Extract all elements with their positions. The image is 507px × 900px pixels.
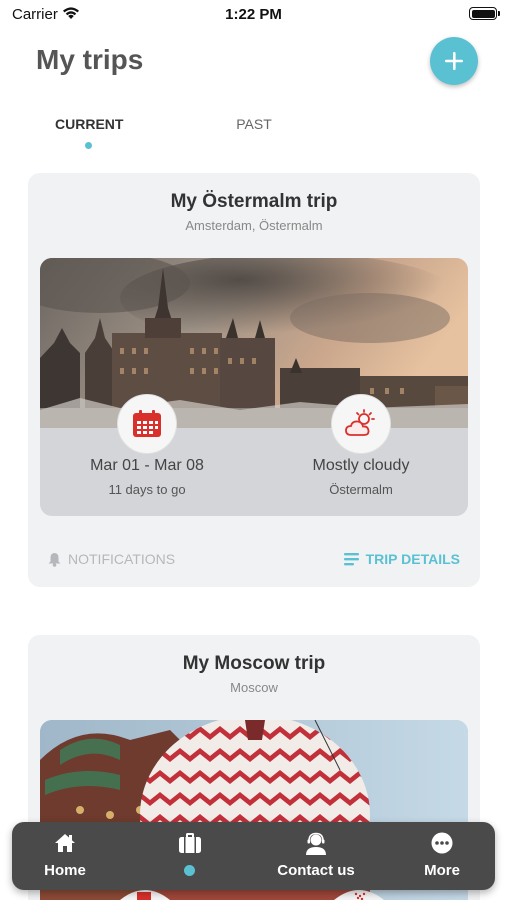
active-tab-indicator — [85, 142, 92, 149]
weather-badge — [331, 394, 391, 454]
tab-more-label: More — [424, 862, 460, 879]
active-tab-dot — [184, 865, 195, 876]
trip-photo — [40, 258, 468, 428]
tab-more[interactable]: More — [387, 822, 497, 890]
trip-details-label: TRIP DETAILS — [365, 551, 460, 567]
trip-tabs: CURRENT PAST — [0, 116, 507, 156]
trip-location: Moscow — [230, 680, 278, 695]
weather-location: Östermalm — [329, 482, 393, 497]
trip-summary-panel: Mar 01 - Mar 08 11 days to go Mostly clo… — [40, 258, 468, 516]
notifications-button[interactable]: NOTIFICATIONS — [48, 551, 175, 567]
status-bar: Carrier 1:22 PM — [0, 0, 507, 30]
trip-card-footer: NOTIFICATIONS TRIP DETAILS — [28, 551, 480, 571]
calendar-badge — [117, 394, 177, 454]
list-icon — [343, 553, 359, 566]
trip-dates: Mar 01 - Mar 08 — [90, 457, 204, 474]
support-agent-icon — [306, 832, 326, 855]
tab-current[interactable]: CURRENT — [55, 116, 123, 132]
trip-title: My Moscow trip — [182, 653, 326, 674]
bottom-tab-bar: Home Contact us More — [12, 822, 495, 890]
clock: 1:22 PM — [225, 6, 282, 23]
plus-icon — [445, 52, 463, 70]
trip-countdown: 11 days to go — [108, 482, 186, 497]
home-icon — [55, 834, 75, 852]
more-dots-icon — [431, 832, 453, 854]
trip-card[interactable]: My Östermalm trip Amsterdam, Östermalm M… — [28, 173, 480, 587]
battery-icon — [469, 7, 500, 20]
weather-summary: Mostly cloudy — [312, 457, 410, 474]
trip-details-button[interactable]: TRIP DETAILS — [343, 551, 460, 567]
briefcase-icon — [179, 833, 201, 853]
tab-contact-us[interactable]: Contact us — [261, 822, 371, 890]
trip-title: My Östermalm trip — [170, 191, 338, 212]
tab-contact-label: Contact us — [277, 862, 355, 879]
calendar-icon — [133, 410, 161, 437]
notifications-label: NOTIFICATIONS — [68, 551, 176, 567]
tab-home[interactable]: Home — [10, 822, 120, 890]
bell-icon — [48, 552, 61, 567]
tab-past[interactable]: PAST — [226, 116, 282, 132]
trip-location: Amsterdam, Östermalm — [185, 218, 323, 233]
page-title: My trips — [36, 44, 144, 75]
tab-trips[interactable] — [135, 822, 245, 890]
tab-home-label: Home — [44, 862, 86, 879]
partly-cloudy-icon — [345, 409, 375, 436]
add-trip-button[interactable] — [430, 37, 478, 85]
